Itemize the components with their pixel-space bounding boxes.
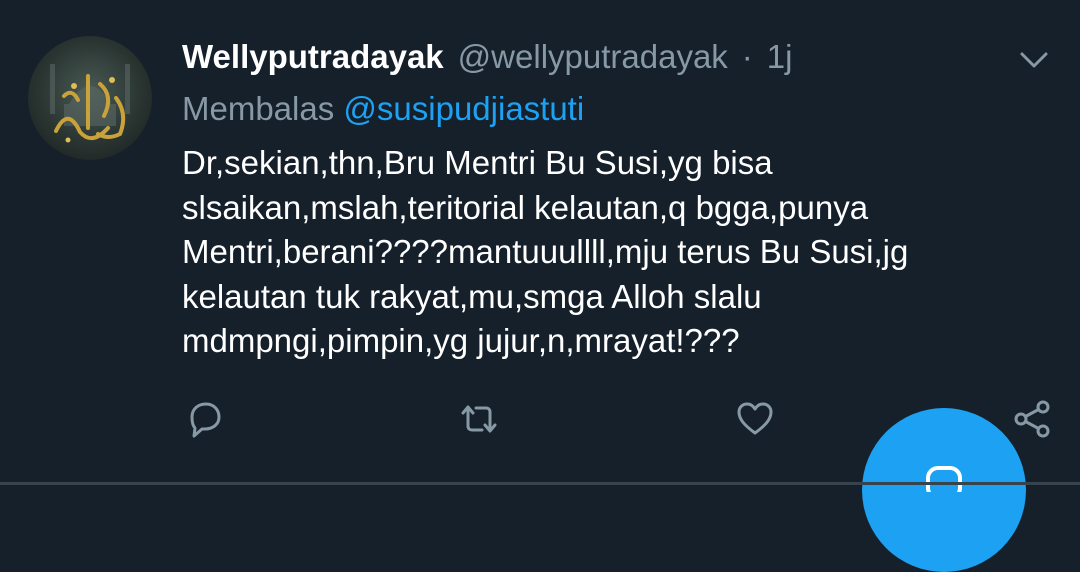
timestamp[interactable]: 1j (767, 38, 793, 76)
tweet-text-line: Dr,sekian,thn,Bru Mentri Bu Susi,yg bisa (182, 144, 773, 181)
retweet-icon[interactable] (458, 398, 500, 440)
display-name[interactable]: Wellyputradayak (182, 38, 444, 76)
reply-context: Membalas @susipudjiastuti (182, 90, 584, 128)
separator-dot: · (741, 38, 753, 75)
avatar-image (50, 64, 130, 143)
tweet-text-line: Mentri,berani????mantuuullll,mju terus B… (182, 233, 909, 270)
reply-prefix: Membalas (182, 90, 335, 127)
compose-icon (926, 466, 962, 492)
heart-icon[interactable] (734, 398, 776, 440)
tweet-text: Dr,sekian,thn,Bru Mentri Bu Susi,yg bisa… (182, 141, 1062, 364)
reply-icon[interactable] (184, 398, 226, 440)
tweet-text-line: slsaikan,mslah,teritorial kelautan,q bgg… (182, 188, 869, 226)
share-icon[interactable] (1012, 398, 1054, 440)
reply-mention-link[interactable]: @susipudjiastuti (343, 90, 584, 127)
user-handle[interactable]: @wellyputradayak (458, 38, 728, 76)
chevron-down-icon[interactable] (1014, 46, 1054, 74)
avatar[interactable] (28, 36, 152, 160)
tweet-text-line: mdmpngi,pimpin,yg jujur,n,mrayat!??? (182, 322, 740, 359)
tweet[interactable]: Wellyputradayak @wellyputradayak · 1j Me… (0, 0, 1080, 572)
tweet-header: Wellyputradayak @wellyputradayak · 1j (182, 38, 792, 82)
tweet-text-line: kelautan tuk rakyat,mu,smga Alloh slalu (182, 277, 762, 315)
